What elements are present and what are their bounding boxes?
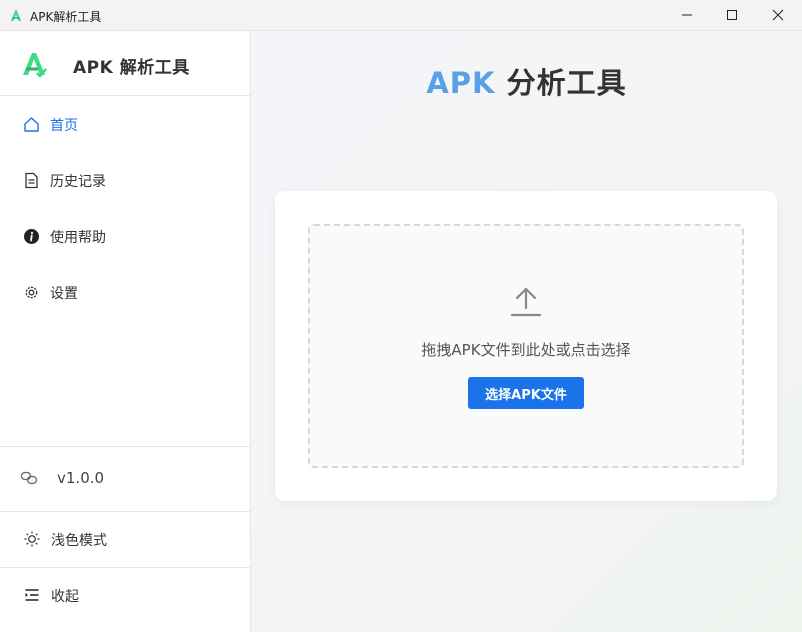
sun-icon (24, 531, 40, 547)
version-label: v1.0.0 (57, 469, 105, 487)
sidebar-brand: APK 解析工具 (0, 31, 250, 96)
sidebar-item-home[interactable]: 首页 (0, 104, 250, 144)
android-a-logo-icon (23, 53, 47, 78)
sidebar-item-label: 首页 (50, 118, 78, 134)
theme-toggle-button[interactable]: 浅色模式 (0, 512, 250, 567)
collapse-label: 收起 (51, 589, 79, 605)
maximize-button[interactable] (709, 0, 755, 30)
select-apk-button[interactable]: 选择APK文件 (468, 377, 584, 409)
brand-name: APK 解析工具 (73, 58, 190, 78)
sidebar-item-label: 使用帮助 (50, 230, 106, 246)
info-icon (24, 229, 39, 244)
close-icon (772, 9, 784, 21)
sidebar: APK 解析工具 首页 历史记录 使用帮助 设置 v1.0.0 浅色模式 收起 (0, 31, 251, 632)
home-icon (24, 117, 39, 132)
window-title: APK解析工具 (30, 10, 102, 24)
sidebar-item-history[interactable]: 历史记录 (0, 160, 250, 200)
gear-icon (25, 286, 38, 299)
version-info: v1.0.0 (0, 447, 250, 511)
minimize-icon (682, 14, 692, 16)
window-titlebar: APK解析工具 (0, 0, 802, 31)
sidebar-item-label: 设置 (50, 286, 78, 302)
main-content: APK 分析工具 拖拽APK文件到此处或点击选择 选择APK文件 (251, 31, 802, 632)
dropzone-hint: 拖拽APK文件到此处或点击选择 (421, 341, 631, 359)
theme-toggle-label: 浅色模式 (51, 533, 107, 549)
page-title-rest: 分析工具 (506, 66, 627, 100)
page-title-accent: APK (426, 66, 496, 100)
apk-dropzone[interactable]: 拖拽APK文件到此处或点击选择 选择APK文件 (308, 224, 744, 468)
sidebar-item-label: 历史记录 (50, 174, 106, 190)
collapse-sidebar-button[interactable]: 收起 (0, 568, 250, 623)
minimize-button[interactable] (664, 0, 710, 30)
app-logo-icon (11, 9, 21, 21)
sidebar-item-settings[interactable]: 设置 (0, 272, 250, 312)
menu-collapse-icon (25, 589, 39, 601)
page-title: APK 分析工具 (251, 60, 802, 102)
close-button[interactable] (755, 0, 801, 30)
maximize-icon (727, 10, 737, 20)
document-icon (25, 172, 38, 189)
link-chain-icon (20, 471, 38, 485)
upload-card: 拖拽APK文件到此处或点击选择 选择APK文件 (275, 191, 777, 501)
sidebar-item-help[interactable]: 使用帮助 (0, 216, 250, 256)
upload-icon (510, 287, 542, 317)
